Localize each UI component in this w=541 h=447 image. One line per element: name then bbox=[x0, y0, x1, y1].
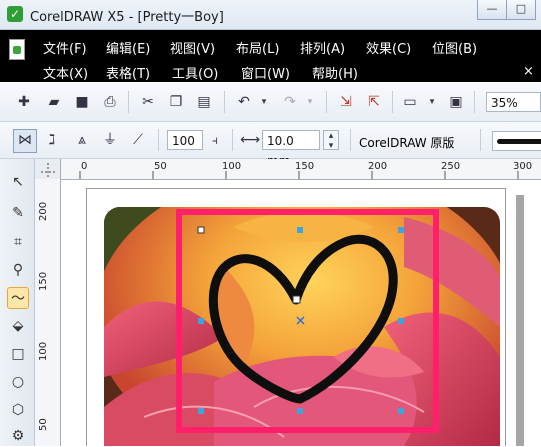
selection-handle[interactable] bbox=[198, 318, 204, 324]
selection-handle[interactable] bbox=[297, 227, 303, 233]
center-marker-icon[interactable] bbox=[296, 316, 305, 325]
selection-handle[interactable] bbox=[198, 408, 204, 414]
drawing-overlay bbox=[176, 209, 439, 433]
selection-handle[interactable] bbox=[398, 318, 404, 324]
heart-curve[interactable] bbox=[208, 234, 398, 404]
selection-handle[interactable] bbox=[398, 227, 404, 233]
selection-handle[interactable] bbox=[297, 408, 303, 414]
selection-handle[interactable] bbox=[197, 226, 205, 234]
node-handle[interactable] bbox=[292, 295, 301, 304]
selection-handle[interactable] bbox=[398, 408, 404, 414]
